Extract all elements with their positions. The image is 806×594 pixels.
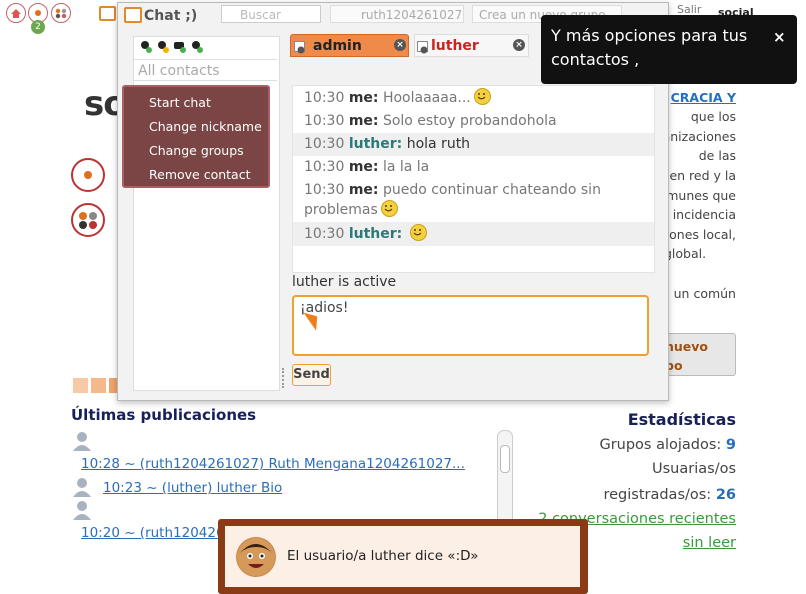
contacts-filter-select[interactable]: All contacts (134, 59, 277, 81)
message-author: luther: (348, 136, 403, 152)
message-text: la la la (382, 159, 430, 175)
contact-status-text: luther is active (292, 274, 397, 290)
stats-users-value: 26 (715, 487, 736, 503)
message-author: me: (348, 90, 379, 106)
message-author: me: (348, 182, 379, 198)
menu-item-change-nickname[interactable]: Change nickname (149, 119, 262, 134)
close-icon[interactable]: × (773, 28, 786, 46)
stats-users-label: Usuarias/os (652, 461, 736, 477)
stats-title: Estadísticas (627, 410, 736, 429)
contact-context-menu: Start chat Change nickname Change groups… (122, 85, 270, 188)
message-text: Hoolaaaaa... (382, 90, 471, 106)
send-button[interactable]: Send (292, 364, 331, 386)
tab-label: luther (431, 38, 479, 54)
status-away-icon[interactable] (156, 39, 170, 53)
chat-message: 10:30 luther: (293, 222, 654, 246)
chat-message: 10:30 me: la la la (293, 156, 654, 179)
stats-groups: Grupos alojados: 9 (599, 437, 736, 453)
status-online-icon[interactable] (139, 39, 153, 53)
stats-groups-label: Grupos alojados: (599, 437, 722, 453)
chat-title: Chat ;) (144, 8, 198, 24)
message-time: 10:30 (304, 136, 345, 152)
tab-luther[interactable]: luther × (414, 34, 529, 57)
menu-item-start-chat[interactable]: Start chat (149, 95, 211, 110)
person-avatar-icon (71, 500, 93, 520)
message-time: 10:30 (304, 182, 345, 198)
message-time: 10:30 (304, 90, 345, 106)
tab-admin[interactable]: admin × (290, 34, 409, 57)
tab-label: admin (313, 38, 362, 54)
close-icon[interactable]: × (513, 39, 525, 51)
user-selector[interactable]: ruth1204261027 (330, 5, 464, 23)
scrollbar-thumb[interactable] (500, 445, 510, 473)
stats-users-label: registradas/os: (603, 487, 712, 503)
message-input[interactable]: ¡adios! (292, 295, 649, 356)
conversation-tabs: admin × luther × (290, 34, 530, 58)
message-text: hola ruth (406, 136, 471, 152)
notification-text: El usuario/a luther dice «:D» (287, 548, 479, 564)
status-chat-icon[interactable] (173, 39, 187, 53)
chat-icon (124, 7, 142, 23)
message-author: me: (348, 159, 379, 175)
publication-link[interactable]: 10:28 ~ (ruth1204261027) Ruth Mengana120… (81, 456, 465, 472)
message-author: luther: (348, 226, 403, 242)
color-swatch (73, 378, 88, 393)
status-add-contact-icon[interactable] (190, 39, 204, 53)
chat-message: 10:30 me: puedo continuar chateando sin … (293, 179, 654, 222)
person-avatar-icon (71, 477, 93, 497)
groups-icon[interactable] (51, 3, 71, 23)
smiley-emoticon-icon (409, 224, 427, 241)
search-input[interactable]: Buscar (221, 5, 321, 23)
chat-icon[interactable] (99, 6, 116, 21)
message-author: me: (348, 113, 379, 129)
home-icon[interactable] (6, 3, 26, 23)
publications-title: Últimas publicaciones (71, 406, 257, 424)
chat-message: 10:30 me: Solo estoy probandohola (293, 110, 654, 133)
resize-handle[interactable] (282, 368, 288, 388)
groups-circle-icon[interactable] (71, 203, 105, 237)
message-time: 10:30 (304, 226, 345, 242)
smiley-emoticon-icon (473, 88, 491, 105)
chat-message: 10:30 luther: hola ruth (293, 133, 654, 156)
chat-message: 10:30 me: Hoolaaaaa... (293, 86, 654, 110)
notification-count-badge: 2 (31, 20, 45, 34)
message-time: 10:30 (304, 113, 345, 129)
message-time: 10:30 (304, 159, 345, 175)
person-avatar-icon (71, 431, 93, 451)
tooltip-text: Y más opciones para tus contactos , (551, 26, 748, 69)
stats-groups-value: 9 (725, 437, 736, 453)
message-history: 10:30 me: Hoolaaaaa... 10:30 me: Solo est… (292, 85, 655, 273)
close-icon[interactable]: × (394, 39, 406, 51)
help-tooltip: Y más opciones para tus contactos , × (541, 15, 797, 84)
avatar (236, 537, 276, 577)
notification-body: El usuario/a luther dice «:D» (225, 526, 580, 587)
user-circle-icon[interactable] (71, 158, 105, 192)
menu-item-remove-contact[interactable]: Remove contact (149, 167, 250, 182)
color-swatch (91, 378, 106, 393)
publication-link[interactable]: 10:23 ~ (luther) luther Bio (103, 480, 282, 496)
message-notification[interactable]: El usuario/a luther dice «:D» (218, 519, 588, 594)
contact-status-icon (294, 39, 307, 54)
recent-conversations-link[interactable]: sin leer (683, 535, 736, 551)
menu-item-change-groups[interactable]: Change groups (149, 143, 244, 158)
contact-status-icon (417, 39, 430, 54)
stats-users: registradas/os: 26 (603, 487, 736, 503)
smiley-emoticon-icon (380, 200, 398, 217)
message-text: Solo estoy probandohola (382, 113, 557, 129)
